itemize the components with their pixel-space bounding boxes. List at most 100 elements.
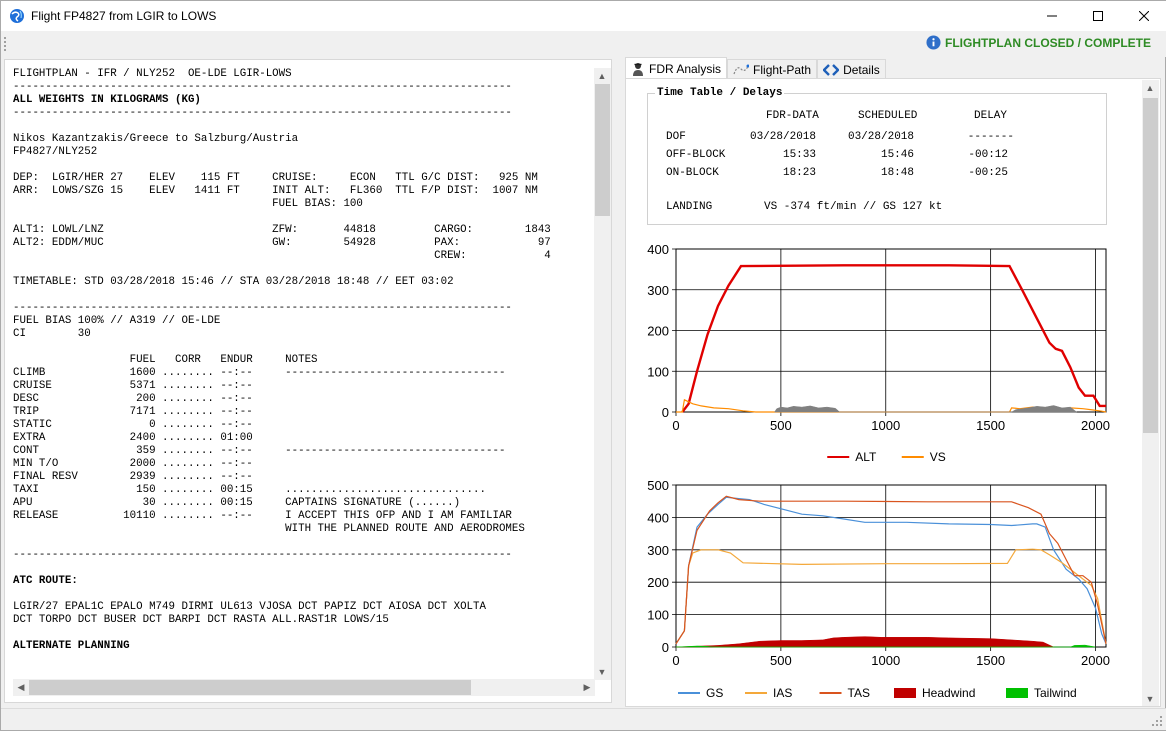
status-text: FLIGHTPLAN CLOSED / COMPLETE <box>945 35 1151 50</box>
x-tick-label: 1000 <box>871 418 900 433</box>
flightplan-line: DCT TORPO DCT BUSER DCT BARPI DCT RASTA … <box>13 614 389 626</box>
flightplan-line <box>13 536 593 549</box>
flightplan-line <box>13 627 593 640</box>
tt-row-delay: -00:12 <box>968 149 1008 161</box>
tab-label: Flight-Path <box>753 62 812 77</box>
maximize-icon <box>1093 11 1103 21</box>
flightplan-line: ARR: LOWS/SZG 15 ELEV 1411 FT INIT ALT: … <box>13 185 538 197</box>
flightplan-line: TIMETABLE: STD 03/28/2018 15:46 // STA 0… <box>13 276 454 288</box>
tab-label: Details <box>843 62 880 77</box>
flightplan-vertical-scrollbar[interactable]: ▲ ▼ <box>594 68 611 680</box>
tt-row-label: OFF-BLOCK <box>666 149 726 161</box>
legend-label: VS <box>930 450 946 464</box>
tab-fdr-analysis[interactable]: FDR Analysis <box>625 57 728 79</box>
status-bar <box>1 708 1166 730</box>
tt-row-delay: ------- <box>967 131 1014 143</box>
y-tick-label: 400 <box>647 242 669 257</box>
flightplan-line: ATC ROUTE: <box>13 575 78 587</box>
flightplan-line: STATIC 0 ........ --:-- <box>13 419 253 431</box>
flightplan-line: ----------------------------------------… <box>13 107 512 119</box>
hscroll-thumb[interactable] <box>29 680 471 695</box>
y-tick-label: 0 <box>662 405 669 420</box>
flightplan-line: FUEL CORR ENDUR NOTES <box>13 354 318 366</box>
tab-label: FDR Analysis <box>649 61 722 76</box>
flightplan-line: FINAL RESV 2939 ........ --:-- <box>13 471 253 483</box>
legend-swatch <box>894 688 916 698</box>
x-tick-label: 1500 <box>976 418 1005 433</box>
pilot-icon <box>633 62 643 76</box>
flightplan-line: FLIGHTPLAN - IFR / NLY252 OE-LDE LGIR-LO… <box>13 68 292 80</box>
tt-row-fdr: 18:23 <box>782 167 816 179</box>
path-icon <box>733 64 750 74</box>
tt-row-delay: -00:25 <box>968 167 1008 179</box>
code-icon <box>823 63 840 76</box>
legend-label: ALT <box>855 450 877 464</box>
analysis-vertical-scrollbar[interactable]: ▲ ▼ <box>1142 80 1159 706</box>
globe-icon <box>10 9 24 23</box>
scroll-down-icon[interactable]: ▼ <box>1142 691 1158 706</box>
flightplan-line <box>13 562 593 575</box>
flightplan-line: WITH THE PLANNED ROUTE AND AERODROMES <box>13 523 525 535</box>
scroll-thumb[interactable] <box>595 84 610 216</box>
legend-swatch <box>1006 688 1028 698</box>
minimize-icon <box>1047 15 1057 17</box>
tt-row-label: DOF <box>666 131 686 143</box>
tt-landing-value: VS -374 ft/min // GS 127 kt <box>764 201 943 213</box>
scroll-up-icon[interactable]: ▲ <box>594 68 610 84</box>
flightplan-line: FUEL BIAS 100% // A319 // OE-LDE <box>13 315 221 327</box>
flightplan-line <box>13 341 593 354</box>
legend-label: IAS <box>773 686 792 700</box>
flightplan-line <box>13 588 593 601</box>
flightplan-line: TRIP 7171 ........ --:-- <box>13 406 253 418</box>
maximize-button[interactable] <box>1075 1 1121 31</box>
flightplan-line <box>13 263 593 276</box>
timetable-group: Time Table / Delays FDR-DATA SCHEDULED D… <box>647 87 1107 225</box>
info-icon <box>926 35 941 50</box>
tab-details[interactable]: Details <box>817 59 886 79</box>
pane-splitter[interactable] <box>615 59 621 707</box>
status-badge: FLIGHTPLAN CLOSED / COMPLETE <box>926 35 1151 50</box>
toolbar-grip-icon[interactable] <box>4 36 7 52</box>
scroll-up-icon[interactable]: ▲ <box>1142 80 1158 96</box>
flightplan-line: FUEL BIAS: 100 <box>13 198 363 210</box>
flightplan-line: FP4827/NLY252 <box>13 146 98 158</box>
legend-label: TAS <box>848 686 870 700</box>
y-tick-label: 200 <box>647 324 669 339</box>
close-button[interactable] <box>1121 1 1166 31</box>
x-tick-label: 500 <box>770 653 792 668</box>
title-bar[interactable]: Flight FP4827 from LGIR to LOWS <box>1 1 1166 31</box>
x-tick-label: 1500 <box>976 653 1005 668</box>
scroll-left-icon[interactable]: ◀ <box>13 679 29 695</box>
tab-strip: FDR Analysis Flight-Path Details <box>625 57 886 79</box>
tt-header-fdr: FDR-DATA <box>766 110 819 122</box>
tt-header-scheduled: SCHEDULED <box>858 110 918 122</box>
headwind-series <box>675 636 1054 648</box>
resize-grip-icon[interactable] <box>1151 715 1163 727</box>
flightplan-line: ALT1: LOWL/LNZ ZFW: 44818 CARGO: 1843 <box>13 224 551 236</box>
scroll-right-icon[interactable]: ▶ <box>579 679 595 695</box>
tt-row-scheduled: 15:46 <box>880 149 914 161</box>
flightplan-line: CI 30 <box>13 328 91 340</box>
ias-series <box>675 548 1107 645</box>
flightplan-line: APU 30 ........ 00:15 CAPTAINS SIGNATURE… <box>13 497 461 509</box>
flightplan-horizontal-scrollbar[interactable]: ◀ ▶ <box>13 679 595 696</box>
flightplan-line: Nikos Kazantzakis/Greece to Salzburg/Aus… <box>13 133 299 145</box>
y-tick-label: 500 <box>647 478 669 493</box>
y-tick-label: 200 <box>647 575 669 590</box>
flightplan-line: ALT2: EDDM/MUC GW: 54928 PAX: 97 <box>13 237 551 249</box>
scroll-thumb[interactable] <box>1143 98 1158 433</box>
unlabeled-series <box>774 405 1077 413</box>
minimize-button[interactable] <box>1029 1 1075 31</box>
flightplan-line <box>13 120 593 133</box>
scroll-down-icon[interactable]: ▼ <box>594 664 610 680</box>
altitude-vs-chart: 0 500 1000 1500 2000 0 100 200 300 400 ALT VS <box>647 242 1110 464</box>
analysis-pane: FDR Analysis Flight-Path Details Time Ta… <box>623 57 1163 709</box>
tab-flight-path[interactable]: Flight-Path <box>727 59 818 79</box>
tt-landing-label: LANDING <box>666 201 713 213</box>
flightplan-text[interactable]: FLIGHTPLAN - IFR / NLY252 OE-LDE LGIR-LO… <box>13 68 593 653</box>
tt-row-fdr: 03/28/2018 <box>749 131 816 143</box>
toolbar: FLIGHTPLAN CLOSED / COMPLETE <box>1 31 1166 57</box>
tt-row-fdr: 15:33 <box>782 149 816 161</box>
tt-header-delay: DELAY <box>974 110 1008 122</box>
flightplan-line <box>13 159 593 172</box>
